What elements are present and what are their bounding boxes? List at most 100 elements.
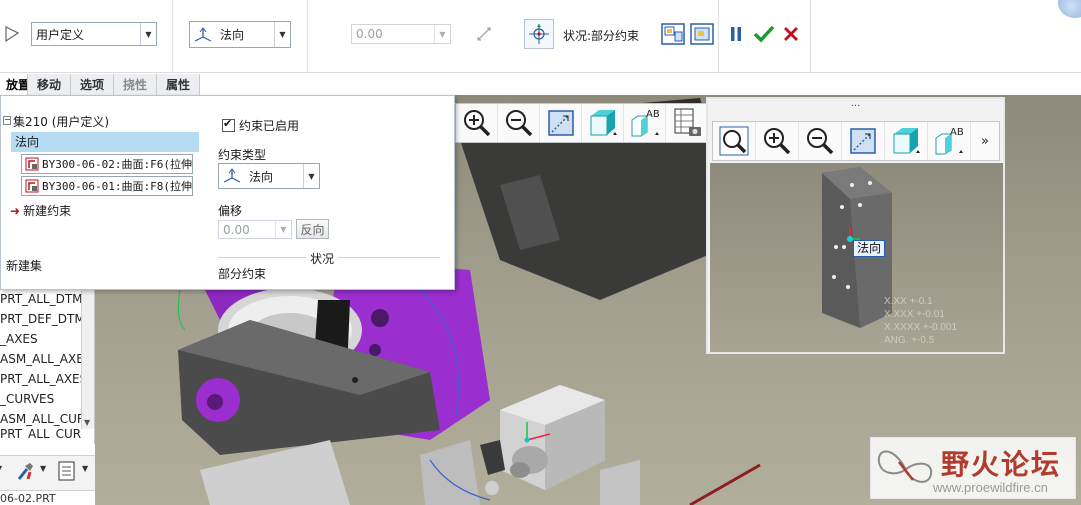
tree-item[interactable]: _CURVES — [0, 389, 94, 409]
offset-label: 偏移 — [218, 204, 243, 218]
chevron-down-icon: ▼ — [140, 23, 156, 45]
component-window-toolbar: AB » — [712, 121, 1000, 161]
tree-item[interactable]: PRT_ALL_DTM_ — [0, 289, 94, 309]
chevron-down-icon: ▼ — [275, 221, 291, 238]
arrow-right-icon: ➜ — [10, 203, 21, 218]
tree-item[interactable]: _AXES — [0, 329, 94, 349]
status-constraint-icon[interactable] — [524, 19, 554, 49]
tree-item[interactable]: ASM_ALL_AXES — [0, 349, 94, 369]
dashboard-tabs: 放置 移动 选项 挠性 属性 — [0, 74, 201, 95]
tab-placement[interactable]: 放置 — [0, 74, 28, 95]
flip-button[interactable]: 反向 — [296, 219, 329, 239]
svg-text:AB: AB — [950, 127, 964, 138]
tolerance-readout: X.XX +-0.1 X.XXX +-0.01 X.XXXX +-0.001 A… — [884, 296, 958, 346]
zoom-in-icon[interactable] — [756, 122, 799, 160]
normal-constraint-icon — [190, 26, 216, 43]
chevron-down-icon[interactable]: ▼ — [0, 464, 2, 473]
component-window[interactable]: ... AB » 法向 X.XX +-0.1 X.XXX +-0.01 X.XX… — [706, 97, 1005, 354]
selected-constraint-row[interactable]: 法向 — [11, 132, 199, 152]
chevron-down-icon[interactable]: ▼ — [40, 464, 46, 473]
shading-display-icon[interactable] — [582, 104, 624, 142]
zoom-out-icon[interactable] — [799, 122, 842, 160]
annotation-display-icon[interactable]: AB — [624, 104, 666, 142]
reference-list: BY300-06-02:曲面:F6(拉伸 BY300-06-01:曲面:F8(拉… — [1, 152, 193, 196]
constraint-type-dropdown[interactable]: 法向 ▼ — [189, 21, 291, 48]
svg-text:AB: AB — [646, 109, 660, 120]
zoom-in-icon[interactable] — [456, 104, 498, 142]
component-window-title: ... — [850, 98, 861, 109]
active-file-name: 06-02.PRT — [0, 490, 95, 505]
tree-item[interactable]: PRT_ALL_CUR — [0, 429, 94, 439]
tree-item[interactable]: PRT_ALL_AXES — [0, 369, 94, 389]
corner-orb-icon — [1058, 0, 1081, 18]
panel-constraint-type-dropdown[interactable]: 法向 ▼ — [218, 163, 320, 189]
constraint-set-dropdown[interactable]: 用户定义 ▼ — [31, 22, 157, 46]
tab-properties[interactable]: 属性 — [157, 74, 201, 95]
normal-constraint-icon — [219, 168, 245, 184]
reference-item[interactable]: BY300-06-01:曲面:F8(拉伸 — [21, 176, 193, 196]
part-reference-icon — [22, 178, 42, 194]
constraint-type-value: 法向 — [220, 28, 245, 42]
assembly-window-icon[interactable] — [688, 20, 716, 48]
divider — [718, 0, 719, 73]
collapse-icon[interactable]: − — [3, 116, 11, 125]
zoom-window-icon[interactable] — [713, 122, 756, 160]
more-tools-button[interactable]: » — [971, 122, 999, 160]
tab-move[interactable]: 移动 — [28, 74, 72, 95]
component-window-viewport[interactable]: 法向 X.XX +-0.1 X.XXX +-0.01 X.XXXX +-0.00… — [710, 163, 1003, 352]
cancel-x-icon[interactable] — [777, 20, 805, 48]
flip-offset-icon[interactable] — [470, 20, 498, 48]
divider — [172, 0, 173, 73]
constraint-tag-label: 法向 — [853, 240, 886, 257]
zoom-out-icon[interactable] — [498, 104, 540, 142]
tree-toolbar: ▼ ▼ ▼ 06-02.PRT — [0, 455, 95, 505]
constraint-set-header[interactable]: 集210 (用户定义) — [13, 113, 109, 132]
divider — [810, 0, 811, 73]
constraint-set-value: 用户定义 — [36, 27, 85, 42]
checkbox-checked-icon — [222, 117, 235, 132]
user-defined-set-icon — [0, 20, 24, 48]
placement-status-text: 状况:部分约束 — [563, 29, 640, 43]
placement-panel: − 集210 (用户定义) 法向 BY300-06-02:曲面:F6(拉伸 BY… — [0, 95, 455, 290]
new-set-link[interactable]: 新建集 — [6, 257, 42, 274]
table-view-icon[interactable] — [666, 104, 708, 142]
divider — [307, 0, 308, 73]
shading-display-icon[interactable] — [885, 122, 928, 160]
chevron-down-icon: ▼ — [303, 164, 319, 188]
refit-icon[interactable] — [540, 104, 582, 142]
pause-icon[interactable] — [724, 20, 748, 48]
tab-options[interactable]: 选项 — [71, 74, 115, 95]
model-tree: PRT_ALL_DTM_ PRT_DEF_DTM_ _AXES ASM_ALL_… — [0, 289, 95, 444]
tools-icon[interactable] — [14, 460, 36, 485]
offset-input-value: 0.00 — [356, 27, 383, 41]
show-list-icon[interactable] — [56, 460, 78, 485]
separate-window-icon[interactable] — [659, 20, 687, 48]
component-plate-drawing — [822, 167, 892, 328]
butterfly-logo-icon — [877, 450, 933, 483]
constraint-enabled-checkbox[interactable]: 约束已启用 — [222, 117, 299, 134]
chevron-down-icon[interactable]: ▼ — [82, 464, 88, 473]
panel-offset-input[interactable]: 0.00 ▼ — [218, 220, 292, 239]
chevron-down-icon: ▼ — [434, 25, 450, 43]
annotation-display-icon[interactable]: AB — [928, 122, 971, 160]
status-value: 部分约束 — [218, 267, 267, 281]
tree-item[interactable]: ASM_ALL_CURV — [0, 409, 94, 429]
refit-icon[interactable] — [842, 122, 885, 160]
watermark-url: www.proewildfire.cn — [933, 480, 1048, 495]
status-heading: 状况 — [306, 250, 339, 267]
forum-watermark: 野火论坛 www.proewildfire.cn — [870, 437, 1076, 499]
tree-item[interactable]: PRT_DEF_DTM_ — [0, 309, 94, 329]
confirm-check-icon[interactable] — [750, 20, 778, 48]
new-constraint-link[interactable]: ➜ 新建约束 — [10, 202, 71, 219]
constraint-type-label: 约束类型 — [218, 148, 267, 162]
tree-scrollbar[interactable]: ▼ — [81, 289, 94, 429]
part-reference-icon — [22, 156, 42, 172]
watermark-title: 野火论坛 — [941, 449, 1062, 480]
reference-item[interactable]: BY300-06-02:曲面:F6(拉伸 — [21, 154, 193, 174]
offset-input[interactable]: 0.00 ▼ — [351, 24, 451, 44]
chevron-down-icon: ▼ — [274, 22, 290, 47]
component-placement-dashboard: 用户定义 ▼ 法向 ▼ 0.00 ▼ 状况:部分约束 — [0, 0, 1081, 73]
graphics-toolbar: AB — [455, 103, 709, 143]
tab-flexibility[interactable]: 挠性 — [114, 74, 158, 95]
scroll-down-icon[interactable]: ▼ — [84, 418, 90, 427]
